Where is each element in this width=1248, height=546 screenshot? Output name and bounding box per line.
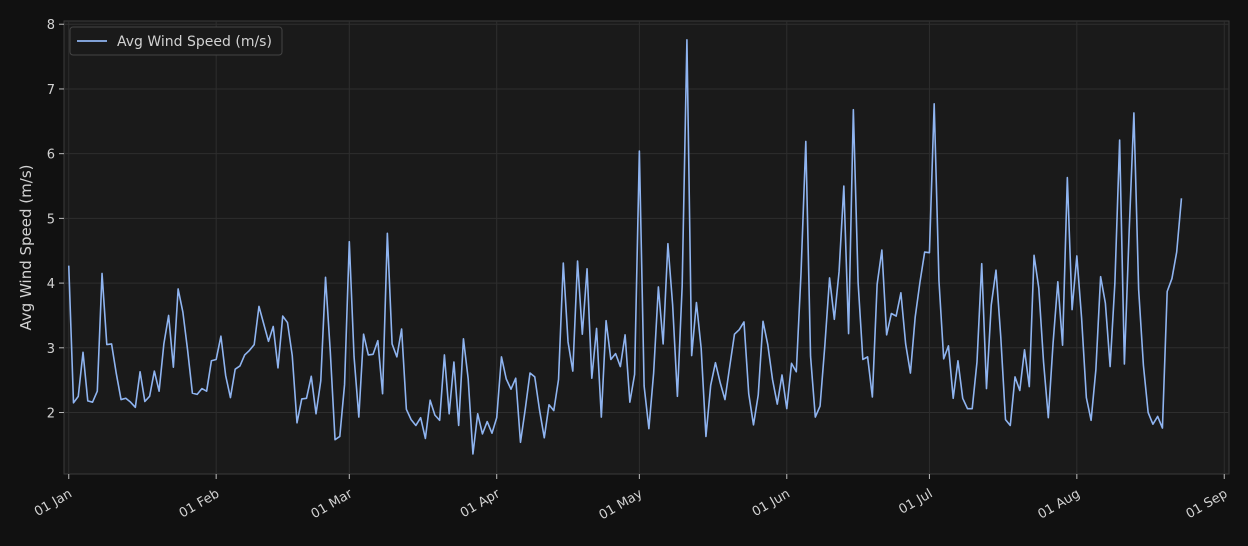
wind-speed-chart: 2345678 01 Jan 01 Feb 01 Mar 01 Apr 01 May 01… xyxy=(0,0,1248,546)
y-tick-label: 8 xyxy=(47,18,55,33)
y-tick-label: 7 xyxy=(47,83,55,98)
y-axis-label: Avg Wind Speed (m/s) xyxy=(17,165,35,331)
y-tick-label: 4 xyxy=(47,277,55,292)
y-tick-label: 2 xyxy=(47,407,55,422)
y-tick-label: 3 xyxy=(47,342,55,357)
y-tick-label: 5 xyxy=(47,212,55,227)
y-tick-label: 6 xyxy=(47,148,55,163)
legend-entry-label: Avg Wind Speed (m/s) xyxy=(117,34,272,50)
legend: Avg Wind Speed (m/s) xyxy=(69,26,283,56)
